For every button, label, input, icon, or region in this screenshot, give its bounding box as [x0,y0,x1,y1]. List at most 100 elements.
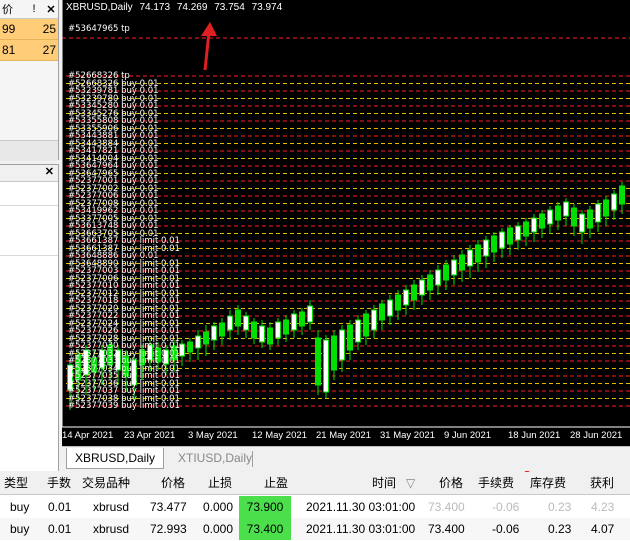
candle-body [347,324,353,351]
header-type[interactable]: 类型 [4,472,28,494]
column-header-alert[interactable]: ! [24,3,44,15]
x-axis-tick-label: 28 Jun 2021 [570,430,623,441]
candle-body [315,337,321,386]
header-cur-price[interactable]: 价格 [439,472,463,494]
tab-xtiusd-daily[interactable]: XTIUSD,Daily [170,448,260,468]
cell-tp: 73.400 [239,518,291,540]
candle-body [451,259,457,276]
list-item[interactable]: 81 27 [0,40,58,61]
candle-body [619,185,625,205]
sort-down-icon[interactable]: ▽ [406,472,415,494]
candle-body [379,303,385,321]
tab-xbrusd-daily[interactable]: XBRUSD,Daily [66,448,165,469]
candle-body [443,264,449,281]
x-axis-tick-label: 3 May 2021 [188,430,238,441]
header-swap[interactable]: 库存费 [530,472,566,494]
candle-body [187,341,193,353]
cell-price: 72.993 [150,522,187,536]
candle-body [507,227,513,245]
candle-body [267,327,273,345]
cell-cur-price: 73.400 [428,522,465,536]
cell-tp: 73.900 [239,496,291,518]
candle-body [371,309,377,331]
candle-body [491,235,497,253]
left-top-panel: 价 ! ✕ 99 25 81 27 [0,0,59,160]
candle-body [251,321,257,339]
row-value: 25 [42,22,56,36]
cell-sl: 0.000 [203,500,234,514]
candle-body [363,313,369,337]
price-chart[interactable]: XBRUSD,Daily 74.173 74.269 73.754 73.974… [62,0,630,446]
candle-body [555,205,561,221]
cell-cur-price: 73.400 [428,500,465,514]
candle-body [435,269,441,286]
header-price[interactable]: 价格 [161,472,185,494]
tab-divider [252,451,253,467]
table-row[interactable]: buy 0.01 xbrusd 72.993 0.000 73.400 2021… [0,518,630,540]
candle-body [611,193,617,211]
cell-lots: 0.01 [48,500,72,514]
header-sl[interactable]: 止损 [208,472,232,494]
candle-body [403,289,409,306]
divider [0,205,58,206]
candle-body [395,294,401,311]
candle-body [307,305,313,323]
row-value: 27 [42,43,56,57]
row-price: 99 [2,22,16,36]
candle-body [547,209,553,225]
header-lots[interactable]: 手数 [47,472,71,494]
list-item[interactable]: 99 25 [0,19,58,40]
candle-body [179,343,185,357]
close-icon[interactable]: ✕ [44,3,58,16]
cell-swap: 0.23 [548,522,572,536]
cell-commission: -0.06 [492,522,520,536]
candle-body [299,311,305,327]
candle-body [483,239,489,257]
cell-type: buy [10,500,30,514]
header-tp[interactable]: 止盈 [264,472,288,494]
chart-tab-bar: XBRUSD,Daily XTIUSD,Daily [62,446,630,471]
candle-body [275,321,281,339]
table-row[interactable]: buy 0.01 xbrusd 73.477 0.000 73.900 2021… [0,496,630,519]
cell-price: 73.477 [150,500,187,514]
candle-body [195,335,201,349]
candle-body [339,329,345,361]
x-axis-tick-label: 18 Jun 2021 [508,430,561,441]
header-symbol[interactable]: 交易品种 [82,472,130,494]
candle-body [227,315,233,331]
cell-swap: 0.23 [548,500,572,514]
header-profit[interactable]: 获利 [590,472,614,494]
x-axis-tick-label: 31 May 2021 [380,430,435,441]
candle-body [283,319,289,335]
candle-body [587,209,593,229]
x-axis-tick-label: 9 Jun 2021 [444,430,492,441]
left-bottom-panel: ✕ [0,164,59,471]
cell-symbol: xbrusd [93,500,130,514]
x-axis-tick-label: 14 Apr 2021 [62,430,114,441]
chart-open: 74.173 [139,2,171,13]
candle-body [531,217,537,233]
header-time[interactable]: 时间 [372,472,396,494]
cell-sl: 0.000 [203,522,234,536]
candle-body [515,225,521,241]
left-panel-header: 价 ! ✕ [0,0,58,19]
candle-body [235,309,241,327]
divider [0,255,58,256]
cell-profit: 4.07 [591,522,615,536]
candle-body [203,331,209,345]
column-header-price[interactable]: 价 [0,1,24,17]
cell-profit: 4.23 [591,500,615,514]
candle-body [459,254,465,271]
chart-close: 73.974 [251,2,283,13]
candle-body [323,339,329,393]
header-commission[interactable]: 手续费 [478,472,514,494]
candle-body [467,249,473,267]
table-header: 类型 手数 交易品种 价格 止损 止盈 时间 ▽ 价格 手续费 库存费 获利 [0,472,630,495]
cell-commission: -0.06 [492,500,520,514]
candle-body [291,313,297,331]
chart-high: 74.269 [176,2,208,13]
row-price: 81 [2,43,16,57]
candle-body [219,322,225,337]
candle-body [523,221,529,237]
close-icon[interactable]: ✕ [0,165,58,182]
